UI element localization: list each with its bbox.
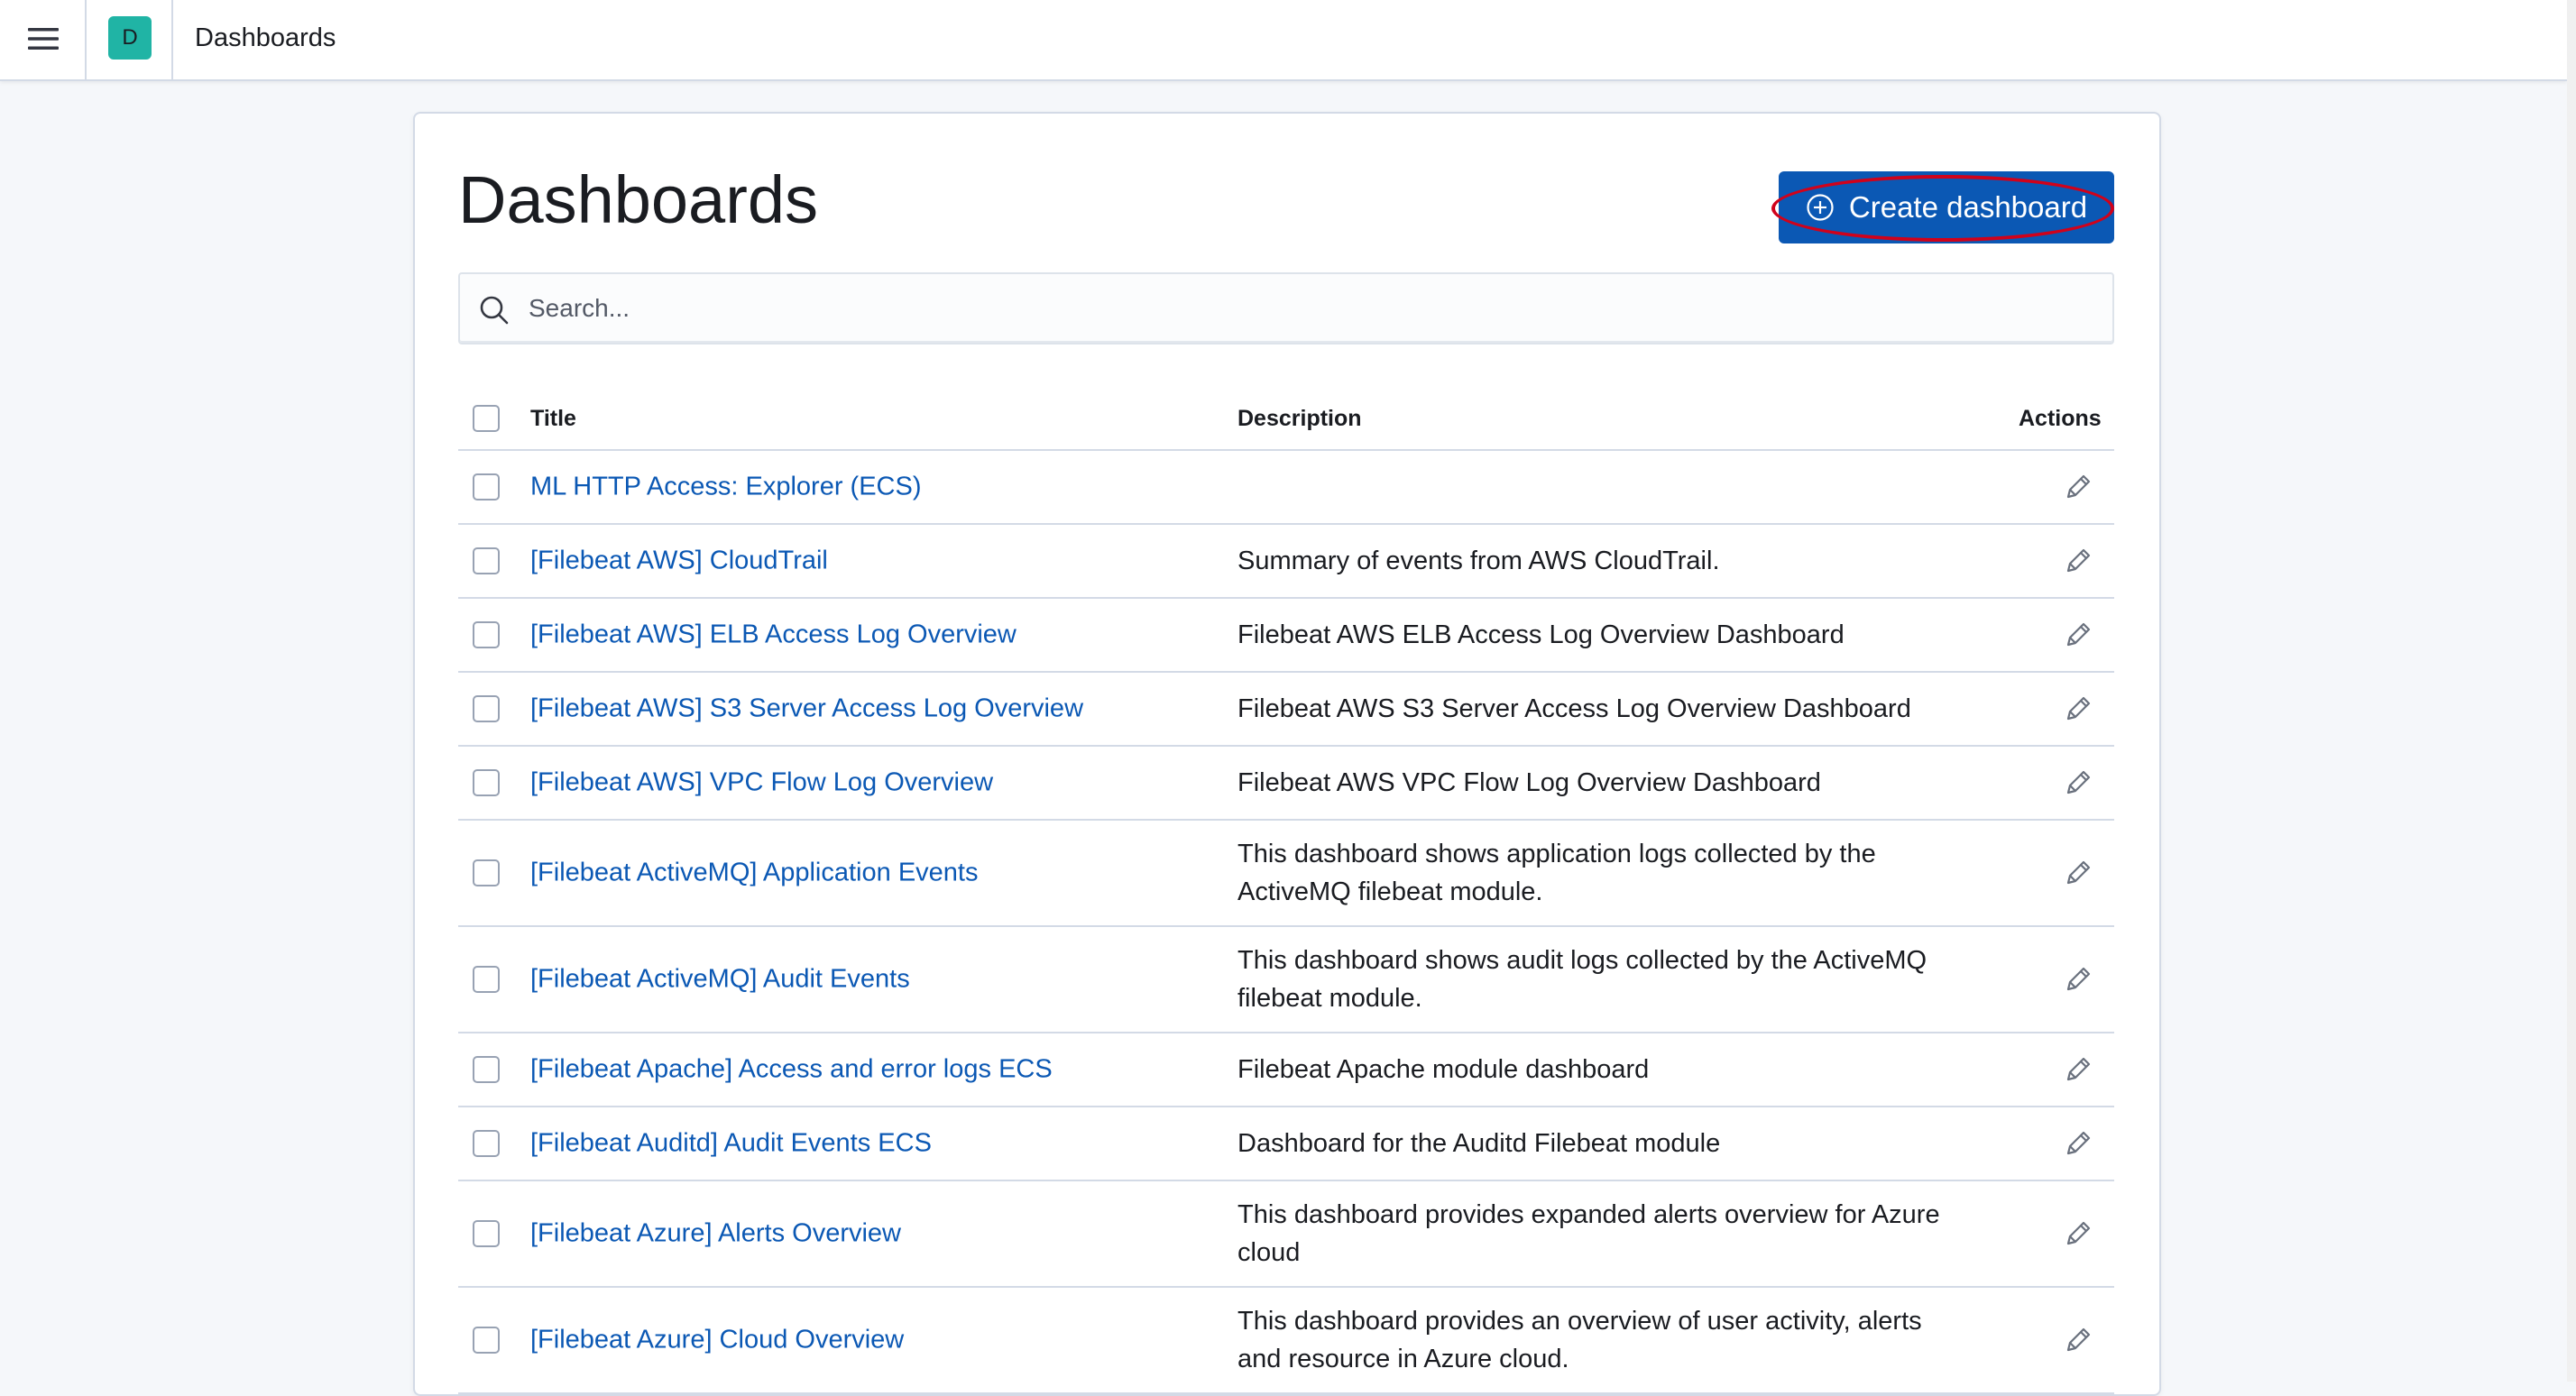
dashboard-description: Filebeat AWS ELB Access Log Overview Das… xyxy=(1237,620,1845,649)
row-checkbox[interactable] xyxy=(473,695,500,722)
table-row: [Filebeat AWS] CloudTrail Summary of even… xyxy=(458,525,2114,599)
hamburger-menu-icon xyxy=(28,28,59,50)
dashboards-table: Title Description Actions ML HTTP Access… xyxy=(458,388,2114,1394)
search-input[interactable] xyxy=(529,283,2080,334)
dashboard-description: Dashboard for the Auditd Filebeat module xyxy=(1237,1129,1721,1158)
dashboard-title-link[interactable]: [Filebeat Apache] Access and error logs … xyxy=(530,1055,1053,1085)
plus-circle-icon xyxy=(1807,194,1834,221)
table-row: [Filebeat AWS] ELB Access Log Overview Fi… xyxy=(458,599,2114,673)
dashboard-title-link[interactable]: [Filebeat ActiveMQ] Application Events xyxy=(530,859,978,888)
row-checkbox[interactable] xyxy=(473,621,500,648)
pencil-edit-icon[interactable] xyxy=(2062,857,2094,889)
top-header: D Dashboards xyxy=(0,0,2567,81)
pencil-edit-icon[interactable] xyxy=(2062,619,2094,651)
dashboard-description: This dashboard provides expanded alerts … xyxy=(1237,1200,1940,1267)
column-header-title[interactable]: Title xyxy=(530,388,576,449)
dashboard-description: Filebeat AWS VPC Flow Log Overview Dashb… xyxy=(1237,768,1821,797)
row-checkbox[interactable] xyxy=(473,859,500,886)
header-divider xyxy=(171,0,173,79)
table-row: [Filebeat Auditd] Audit Events ECS Dashbo… xyxy=(458,1107,2114,1181)
pencil-edit-icon[interactable] xyxy=(2062,1127,2094,1160)
table-row: [Filebeat Azure] Cloud Overview This dash… xyxy=(458,1288,2114,1394)
row-checkbox[interactable] xyxy=(473,547,500,574)
search-box[interactable] xyxy=(458,272,2114,344)
pencil-edit-icon[interactable] xyxy=(2062,767,2094,799)
table-row: [Filebeat ActiveMQ] Audit Events This das… xyxy=(458,927,2114,1033)
pencil-edit-icon[interactable] xyxy=(2062,963,2094,996)
dashboard-description: This dashboard shows audit logs collecte… xyxy=(1237,946,1927,1013)
pencil-edit-icon[interactable] xyxy=(2062,545,2094,577)
dashboard-description: Summary of events from AWS CloudTrail. xyxy=(1237,546,1720,575)
pencil-edit-icon[interactable] xyxy=(2062,1324,2094,1356)
page-title: Dashboards xyxy=(458,162,819,237)
row-checkbox[interactable] xyxy=(473,1220,500,1247)
pencil-edit-icon[interactable] xyxy=(2062,1217,2094,1250)
dashboard-description: This dashboard shows application logs co… xyxy=(1237,840,1876,906)
dashboard-description: Filebeat AWS S3 Server Access Log Overvi… xyxy=(1237,694,1911,723)
row-checkbox[interactable] xyxy=(473,473,500,501)
dashboard-title-link[interactable]: [Filebeat AWS] CloudTrail xyxy=(530,546,828,576)
create-dashboard-label: Create dashboard xyxy=(1848,190,2088,224)
dashboard-description: Filebeat Apache module dashboard xyxy=(1237,1055,1650,1084)
dashboard-title-link[interactable]: [Filebeat Azure] Alerts Overview xyxy=(530,1219,901,1249)
space-avatar[interactable]: D xyxy=(108,16,152,60)
table-row: [Filebeat ActiveMQ] Application Events Th… xyxy=(458,821,2114,927)
table-row: [Filebeat Apache] Access and error logs … xyxy=(458,1033,2114,1107)
table-row: [Filebeat AWS] S3 Server Access Log Over… xyxy=(458,673,2114,747)
dashboard-title-link[interactable]: [Filebeat Auditd] Audit Events ECS xyxy=(530,1129,932,1159)
row-checkbox[interactable] xyxy=(473,1130,500,1157)
column-header-description: Description xyxy=(1237,406,1362,431)
table-row: [Filebeat AWS] VPC Flow Log Overview File… xyxy=(458,747,2114,821)
search-icon xyxy=(480,296,509,325)
row-checkbox[interactable] xyxy=(473,1056,500,1083)
header-divider xyxy=(85,0,87,79)
table-row: ML HTTP Access: Explorer (ECS) xyxy=(458,451,2114,525)
dashboard-title-link[interactable]: [Filebeat AWS] VPC Flow Log Overview xyxy=(530,768,993,798)
dashboard-title-link[interactable]: [Filebeat Azure] Cloud Overview xyxy=(530,1326,904,1355)
create-dashboard-button[interactable]: Create dashboard xyxy=(1779,171,2114,243)
pencil-edit-icon[interactable] xyxy=(2062,471,2094,503)
page-scrollbar[interactable] xyxy=(2567,0,2576,1382)
row-checkbox[interactable] xyxy=(473,1327,500,1354)
table-row: [Filebeat Azure] Alerts Overview This das… xyxy=(458,1181,2114,1288)
column-header-actions: Actions xyxy=(2019,406,2102,431)
dashboard-title-link[interactable]: [Filebeat ActiveMQ] Audit Events xyxy=(530,965,910,995)
pencil-edit-icon[interactable] xyxy=(2062,693,2094,725)
table-header: Title Description Actions xyxy=(458,388,2114,451)
breadcrumb-dashboards: Dashboards xyxy=(195,23,336,52)
row-checkbox[interactable] xyxy=(473,769,500,796)
dashboard-title-link[interactable]: [Filebeat AWS] ELB Access Log Overview xyxy=(530,620,1017,650)
pencil-edit-icon[interactable] xyxy=(2062,1053,2094,1086)
dashboard-title-link[interactable]: ML HTTP Access: Explorer (ECS) xyxy=(530,473,922,502)
dashboard-title-link[interactable]: [Filebeat AWS] S3 Server Access Log Over… xyxy=(530,694,1083,724)
select-all-checkbox[interactable] xyxy=(473,405,500,432)
dashboard-description: This dashboard provides an overview of u… xyxy=(1237,1307,1922,1373)
hamburger-menu-button[interactable] xyxy=(16,16,70,61)
row-checkbox[interactable] xyxy=(473,966,500,993)
